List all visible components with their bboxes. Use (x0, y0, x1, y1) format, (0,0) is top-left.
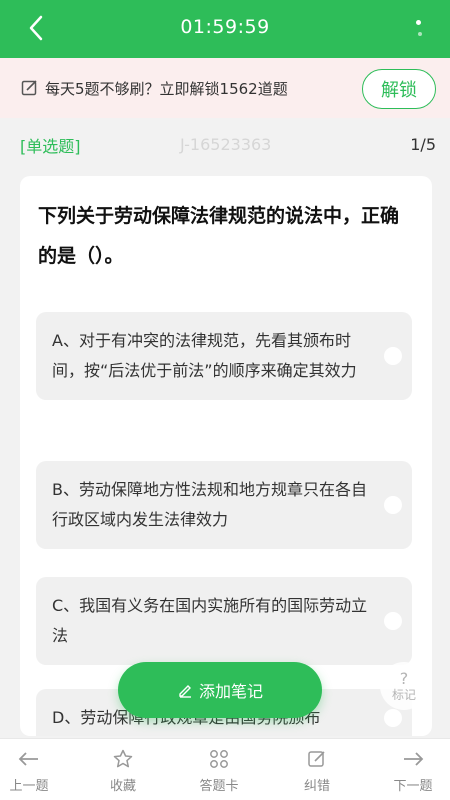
unlock-promo-banner: 每天5题不够刷？立即解锁1562道题 解锁 (0, 58, 450, 118)
top-bar: 01:59:59 (0, 0, 450, 58)
question-id: J-16523363 (180, 135, 272, 154)
option-label: A、对于有冲突的法律规范，先看其颁布时间，按“后法优于前法”的顺序来确定其效力 (52, 331, 357, 380)
prev-label: 上一题 (9, 779, 49, 794)
radio-circle-icon[interactable] (384, 496, 402, 514)
option-label: C、我国有义务在国内实施所有的国际劳动立法 (52, 596, 368, 645)
countdown-timer: 01:59:59 (180, 16, 270, 38)
grid-icon (210, 750, 228, 768)
star-icon (113, 749, 133, 768)
edit-icon (308, 751, 325, 767)
question-type-label: [单选题] (20, 137, 81, 156)
more-menu-icon[interactable] (396, 14, 436, 44)
prev-question-button[interactable]: 上一题 (0, 747, 64, 794)
question-text: 下列关于劳动保障法律规范的说法中，正确的是（）。 (38, 205, 400, 267)
radio-circle-icon[interactable] (384, 612, 402, 630)
report-error-button[interactable]: 纠错 (282, 747, 352, 794)
report-error-label: 纠错 (303, 779, 330, 794)
option-c[interactable]: C、我国有义务在国内实施所有的国际劳动立法 (36, 577, 412, 665)
favorite-button[interactable]: 收藏 (88, 747, 158, 794)
favorite-label: 收藏 (109, 779, 136, 794)
promo-text: 每天5题不够刷？立即解锁1562道题 (45, 79, 288, 98)
mark-label: 标记 (391, 688, 416, 702)
radio-circle-icon[interactable] (384, 709, 402, 727)
arrow-left-icon (18, 752, 38, 766)
edit-note-icon (21, 80, 37, 96)
next-label: 下一题 (393, 779, 433, 794)
radio-circle-icon[interactable] (384, 347, 402, 365)
unlock-button[interactable]: 解锁 (362, 69, 436, 109)
answer-card-button[interactable]: 答题卡 (184, 747, 254, 794)
pencil-icon (179, 685, 191, 698)
next-question-button[interactable]: 下一题 (378, 747, 448, 794)
option-label: B、劳动保障地方性法规和地方规章只在各自行政区域内发生法律效力 (52, 480, 367, 529)
mark-button[interactable]: ? 标记 (380, 662, 428, 710)
bottom-navigation: 上一题 收藏 答题卡 纠错 下一题 (0, 738, 450, 800)
option-b[interactable]: B、劳动保障地方性法规和地方规章只在各自行政区域内发生法律效力 (36, 461, 412, 549)
question-progress: 1/5 (410, 135, 436, 154)
answer-card-label: 答题卡 (199, 779, 239, 794)
add-note-label: 添加笔记 (198, 682, 263, 701)
option-a[interactable]: A、对于有冲突的法律规范，先看其颁布时间，按“后法优于前法”的顺序来确定其效力 (36, 312, 412, 400)
add-note-button[interactable]: 添加笔记 (118, 662, 322, 718)
question-mark-icon: ? (399, 669, 409, 688)
arrow-right-icon (404, 752, 424, 766)
question-card: 下列关于劳动保障法律规范的说法中，正确的是（）。 A、对于有冲突的法律规范，先看… (20, 176, 432, 736)
